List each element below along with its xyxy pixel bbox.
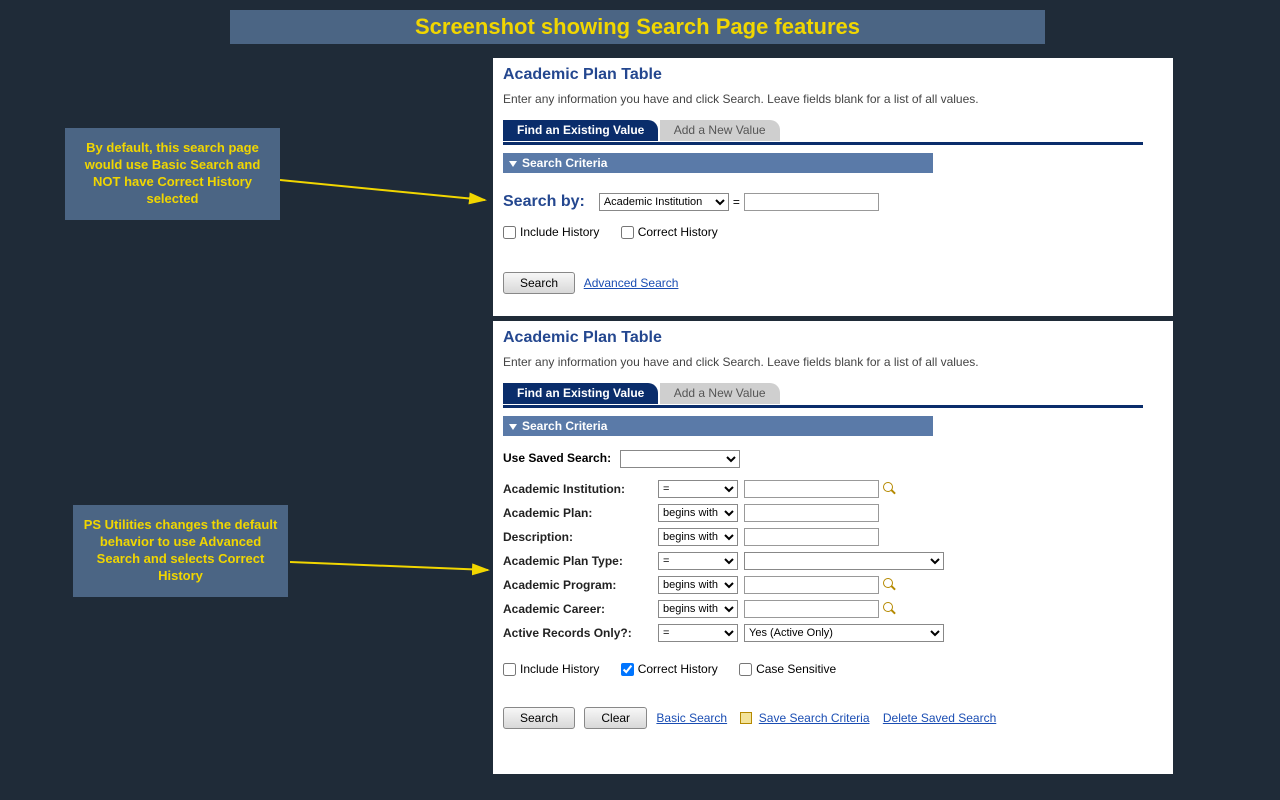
operator-select[interactable]: begins with (658, 576, 738, 594)
arrow-callout1 (280, 155, 500, 215)
lookup-icon[interactable] (883, 578, 897, 592)
value-input[interactable] (744, 504, 879, 522)
correct-history-checkbox[interactable]: Correct History (621, 225, 718, 239)
criteria-row: Academic Institution:= (503, 480, 950, 498)
arrow-callout2 (290, 540, 500, 590)
criteria-header-label: Search Criteria (522, 156, 607, 170)
tab-underline (503, 142, 1143, 145)
operator-select[interactable]: begins with (658, 528, 738, 546)
value-input[interactable] (744, 576, 879, 594)
search-button[interactable]: Search (503, 707, 575, 729)
value-input[interactable] (744, 480, 879, 498)
value-input[interactable] (744, 600, 879, 618)
lookup-icon[interactable] (883, 482, 897, 496)
criteria-header-label: Search Criteria (522, 419, 607, 433)
operator-select[interactable]: begins with (658, 504, 738, 522)
correct-history-label: Correct History (638, 662, 718, 676)
use-saved-label: Use Saved Search: (503, 451, 611, 465)
basic-search-link[interactable]: Basic Search (656, 711, 727, 725)
criteria-row: Academic Plan:begins with (503, 504, 950, 522)
instructions: Enter any information you have and click… (503, 92, 1163, 106)
operator-select[interactable]: = (658, 624, 738, 642)
field-label: Academic Career: (503, 600, 658, 618)
page-heading: Academic Plan Table (503, 329, 1163, 347)
collapse-icon (509, 424, 517, 430)
tab-row: Find an Existing Value Add a New Value (503, 120, 1163, 142)
operator-select[interactable]: begins with (658, 600, 738, 618)
advanced-search-link[interactable]: Advanced Search (584, 276, 679, 290)
search-criteria-header[interactable]: Search Criteria (503, 416, 933, 436)
lookup-icon[interactable] (883, 602, 897, 616)
clear-button[interactable]: Clear (584, 707, 647, 729)
criteria-row: Academic Program:begins with (503, 576, 950, 594)
save-icon (740, 712, 752, 724)
include-history-label: Include History (520, 662, 599, 676)
value-select[interactable]: Yes (Active Only) (744, 624, 944, 642)
field-label: Description: (503, 528, 658, 546)
search-by-label: Search by: (503, 193, 585, 211)
correct-history-checkbox[interactable]: Correct History (621, 662, 718, 676)
save-search-link[interactable]: Save Search Criteria (759, 711, 870, 725)
page-heading: Academic Plan Table (503, 66, 1163, 84)
advanced-search-panel: Academic Plan Table Enter any informatio… (493, 321, 1173, 774)
tab-underline (503, 405, 1143, 408)
operator-select[interactable]: = (658, 480, 738, 498)
tab-find-existing[interactable]: Find an Existing Value (503, 383, 658, 404)
value-input[interactable] (744, 528, 879, 546)
correct-history-label: Correct History (638, 225, 718, 239)
search-value-input[interactable] (744, 193, 879, 211)
criteria-row: Academic Career:begins with (503, 600, 950, 618)
field-label: Academic Plan Type: (503, 552, 658, 570)
search-by-select[interactable]: Academic Institution (599, 193, 729, 211)
collapse-icon (509, 161, 517, 167)
include-history-checkbox[interactable]: Include History (503, 225, 599, 239)
equals-sign: = (733, 195, 740, 209)
use-saved-select[interactable] (620, 450, 740, 468)
page-title-banner: Screenshot showing Search Page features (230, 10, 1045, 44)
search-criteria-header[interactable]: Search Criteria (503, 153, 933, 173)
case-sensitive-label: Case Sensitive (756, 662, 836, 676)
criteria-row: Academic Plan Type:= (503, 552, 950, 570)
criteria-table: Academic Institution:=Academic Plan:begi… (503, 474, 950, 648)
tab-add-new[interactable]: Add a New Value (660, 120, 780, 141)
delete-search-link[interactable]: Delete Saved Search (883, 711, 996, 725)
tab-add-new[interactable]: Add a New Value (660, 383, 780, 404)
include-history-label: Include History (520, 225, 599, 239)
callout-advanced-default: PS Utilities changes the default behavio… (73, 505, 288, 597)
criteria-row: Description:begins with (503, 528, 950, 546)
field-label: Active Records Only?: (503, 624, 658, 642)
criteria-row: Active Records Only?:= Yes (Active Only) (503, 624, 950, 642)
tab-find-existing[interactable]: Find an Existing Value (503, 120, 658, 141)
field-label: Academic Institution: (503, 480, 658, 498)
field-label: Academic Program: (503, 576, 658, 594)
instructions: Enter any information you have and click… (503, 355, 1163, 369)
search-button[interactable]: Search (503, 272, 575, 294)
callout-basic-default: By default, this search page would use B… (65, 128, 280, 220)
tab-row: Find an Existing Value Add a New Value (503, 383, 1163, 405)
include-history-checkbox[interactable]: Include History (503, 662, 599, 676)
basic-search-panel: Academic Plan Table Enter any informatio… (493, 58, 1173, 316)
case-sensitive-checkbox[interactable]: Case Sensitive (739, 662, 836, 676)
value-select[interactable] (744, 552, 944, 570)
operator-select[interactable]: = (658, 552, 738, 570)
field-label: Academic Plan: (503, 504, 658, 522)
